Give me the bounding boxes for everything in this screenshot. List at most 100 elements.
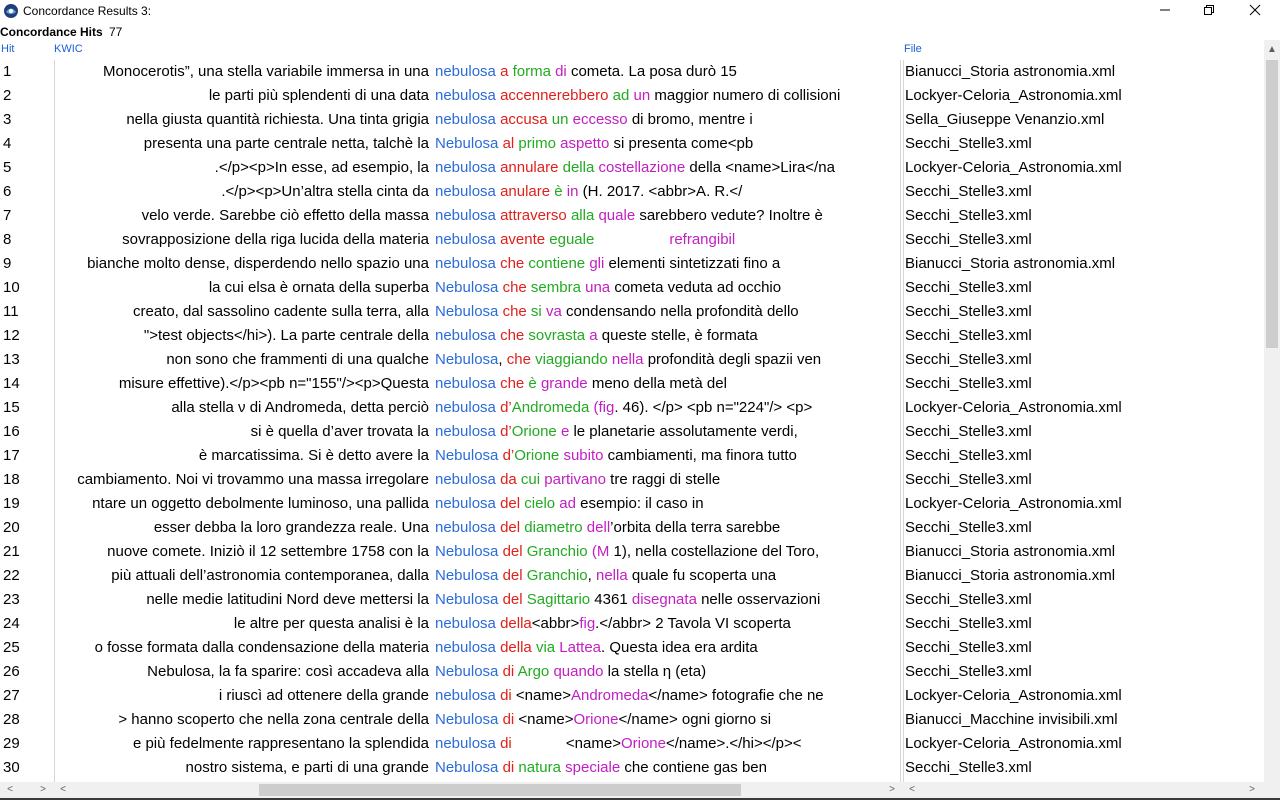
scroll-left-icon[interactable]: < bbox=[3, 782, 17, 798]
keyword-right-context: nebulosa del cielo ad esempio: il caso i… bbox=[435, 492, 897, 516]
keyword-right-context: nebulosa che sovrasta a queste stelle, è… bbox=[435, 324, 897, 348]
left-context: nelle medie latitudini Nord deve metters… bbox=[146, 591, 429, 608]
close-button[interactable] bbox=[1232, 0, 1278, 22]
left-context: nuove comete. Iniziò il 12 settembre 175… bbox=[107, 543, 429, 560]
concordance-row[interactable]: 19 ntare un oggetto debolmente luminoso, … bbox=[0, 492, 1264, 516]
minimize-button[interactable] bbox=[1142, 0, 1188, 22]
concordance-row[interactable]: 29 e più fedelmente rappresentano la sple… bbox=[0, 732, 1264, 756]
concordance-row[interactable]: 21 nuove comete. Iniziò il 12 settembre 1… bbox=[0, 540, 1264, 564]
keyword-node: nebulosa bbox=[435, 639, 496, 656]
collocate-r1: accennerebbero bbox=[500, 87, 609, 104]
hit-number: 17 bbox=[3, 447, 20, 464]
collocate-r3: una bbox=[585, 279, 611, 296]
results-list: 1 Monocerotis”, una stella variabile imme… bbox=[0, 60, 1264, 782]
collocate-r2: alla bbox=[570, 207, 595, 224]
collocate-r2: si bbox=[530, 303, 542, 320]
left-context: presenta una parte centrale netta, talch… bbox=[143, 135, 429, 152]
kwic-horizontal-scrollbar[interactable]: < > bbox=[54, 782, 903, 798]
left-context: > hanno scoperto che nella zona centrale… bbox=[118, 711, 429, 728]
concordance-row[interactable]: 2 le parti più splendenti di una data nebu… bbox=[0, 84, 1264, 108]
concordance-row[interactable]: 14 misure effettive).</p><pb n="155"/><p>… bbox=[0, 372, 1264, 396]
collocate-r3: nella bbox=[611, 351, 644, 368]
collocate-r3: Andromeda bbox=[570, 687, 649, 704]
keyword-right-context: nebulosa accennerebbero ad un maggior nu… bbox=[435, 84, 897, 108]
collocate-r1: del bbox=[502, 567, 523, 584]
concordance-row[interactable]: 1 Monocerotis”, una stella variabile imme… bbox=[0, 60, 1264, 84]
concordance-row[interactable]: 28 > hanno scoperto che nella zona centra… bbox=[0, 708, 1264, 732]
left-context: o fosse formata dalla condensazione dell… bbox=[94, 639, 429, 656]
concordance-row[interactable]: 27 i riuscì ad ottenere della grande nebul… bbox=[0, 684, 1264, 708]
concordance-row[interactable]: 8 sovrapposizione della riga lucida della… bbox=[0, 228, 1264, 252]
concordance-row[interactable]: 23 nelle medie latitudini Nord deve mette… bbox=[0, 588, 1264, 612]
collocate-r2: un bbox=[551, 111, 569, 128]
concordance-row[interactable]: 15 alla stella ν di Andromeda, detta perc… bbox=[0, 396, 1264, 420]
maximize-button[interactable] bbox=[1186, 0, 1232, 22]
concordance-row[interactable]: 16 si è quella d’aver trovata la nebulosa … bbox=[0, 420, 1264, 444]
collocate-r3: dell bbox=[586, 519, 611, 536]
context-text: la stella η (eta) bbox=[603, 663, 707, 680]
keyword-node: Nebulosa bbox=[435, 447, 499, 464]
minimize-icon bbox=[1160, 9, 1170, 11]
concordance-row[interactable]: 10 la cui elsa è ornata della superba Nebu… bbox=[0, 276, 1264, 300]
concordance-row[interactable]: 24 le altre per questa analisi è la nebulo… bbox=[0, 612, 1264, 636]
concordance-row[interactable]: 9 bianche molto dense, disperdendo nello … bbox=[0, 252, 1264, 276]
collocate-r1: che bbox=[502, 303, 527, 320]
concordance-row[interactable]: 22 più attuali dell’astronomia contempora… bbox=[0, 564, 1264, 588]
concordance-row[interactable]: 3 nella giusta quantità richiesta. Una ti… bbox=[0, 108, 1264, 132]
concordance-row[interactable]: 4 presenta una parte centrale netta, talc… bbox=[0, 132, 1264, 156]
left-context: ntare un oggetto debolmente luminoso, un… bbox=[92, 495, 429, 512]
scroll-left-icon[interactable]: < bbox=[56, 782, 70, 798]
vertical-scrollbar[interactable]: ▲ bbox=[1264, 40, 1280, 782]
file-name: Lockyer-Celoria_Astronomia.xml bbox=[905, 495, 1122, 512]
concordance-row[interactable]: 12 ">test objects</hi>). La parte central… bbox=[0, 324, 1264, 348]
vertical-scroll-thumb[interactable] bbox=[1266, 60, 1278, 348]
hit-horizontal-scrollbar[interactable]: < > bbox=[0, 782, 54, 798]
concordance-row[interactable]: 25 o fosse formata dalla condensazione de… bbox=[0, 636, 1264, 660]
file-horizontal-scrollbar[interactable]: < > bbox=[903, 782, 1280, 798]
scroll-right-icon[interactable]: > bbox=[36, 782, 50, 798]
concordance-row[interactable]: 13 non sono che frammenti di una qualche N… bbox=[0, 348, 1264, 372]
concordance-row[interactable]: 11 creato, dal sassolino cadente sulla te… bbox=[0, 300, 1264, 324]
collocate-r1: da bbox=[500, 471, 517, 488]
collocate-r1: attraverso bbox=[500, 207, 567, 224]
scroll-right-icon[interactable]: > bbox=[1245, 782, 1259, 798]
column-header-file[interactable]: File bbox=[904, 43, 922, 55]
keyword-node: Nebulosa bbox=[435, 759, 499, 776]
concordance-row[interactable]: 30 nostro sistema, e parti di una grande N… bbox=[0, 756, 1264, 780]
scroll-right-icon[interactable]: > bbox=[885, 782, 899, 798]
concordance-row[interactable]: 20 esser debba la loro grandezza reale. U… bbox=[0, 516, 1264, 540]
context-text: esempio: il caso in bbox=[575, 495, 704, 512]
scroll-left-icon[interactable]: < bbox=[905, 782, 919, 798]
file-name: Secchi_Stelle3.xml bbox=[905, 423, 1032, 440]
hit-number: 3 bbox=[3, 111, 12, 128]
concordance-row[interactable]: 5 .</p><p>In esse, ad esempio, la nebulosa… bbox=[0, 156, 1264, 180]
concordance-row[interactable]: 26 Nebulosa, la fa sparire: così accadeva… bbox=[0, 660, 1264, 684]
keyword-right-context: Nebulosa al primo aspetto si presenta co… bbox=[435, 132, 897, 156]
concordance-row[interactable]: 7 velo verde. Sarebbe ciò effetto della m… bbox=[0, 204, 1264, 228]
hit-number: 2 bbox=[3, 87, 12, 104]
concordance-row[interactable]: 17 è marcatissima. Si è detto avere la Neb… bbox=[0, 444, 1264, 468]
left-context: non sono che frammenti di una qualche bbox=[166, 351, 429, 368]
context-text bbox=[594, 231, 669, 248]
file-name: Secchi_Stelle3.xml bbox=[905, 639, 1032, 656]
column-header-kwic[interactable]: KWIC bbox=[54, 43, 83, 55]
collocate-r3: grande bbox=[540, 375, 588, 392]
keyword-right-context: nebulosa accusa un eccesso di bromo, men… bbox=[435, 108, 897, 132]
hit-number: 24 bbox=[3, 615, 20, 632]
scroll-up-icon[interactable]: ▲ bbox=[1265, 42, 1279, 58]
concordance-row[interactable]: 18 cambiamento. Noi vi trovammo una massa… bbox=[0, 468, 1264, 492]
hit-number: 11 bbox=[3, 303, 19, 320]
context-text: che contiene gas ben bbox=[620, 759, 767, 776]
left-context: bianche molto dense, disperdendo nello s… bbox=[87, 255, 429, 272]
keyword-node: nebulosa bbox=[435, 327, 496, 344]
column-header-hit[interactable]: Hit bbox=[1, 43, 14, 55]
collocate-r1: del bbox=[502, 591, 523, 608]
context-text: </name> ogni giorno si bbox=[618, 711, 772, 728]
file-name: Lockyer-Celoria_Astronomia.xml bbox=[905, 735, 1122, 752]
concordance-row[interactable]: 6 .</p><p>Un’altra stella cinta da nebulos… bbox=[0, 180, 1264, 204]
collocate-r3: nella bbox=[595, 567, 628, 584]
context-text: <name> bbox=[514, 711, 574, 728]
collocate-r3: di bbox=[555, 63, 567, 80]
horizontal-scroll-thumb[interactable] bbox=[259, 784, 741, 796]
collocate-r1: d’ bbox=[500, 423, 512, 440]
